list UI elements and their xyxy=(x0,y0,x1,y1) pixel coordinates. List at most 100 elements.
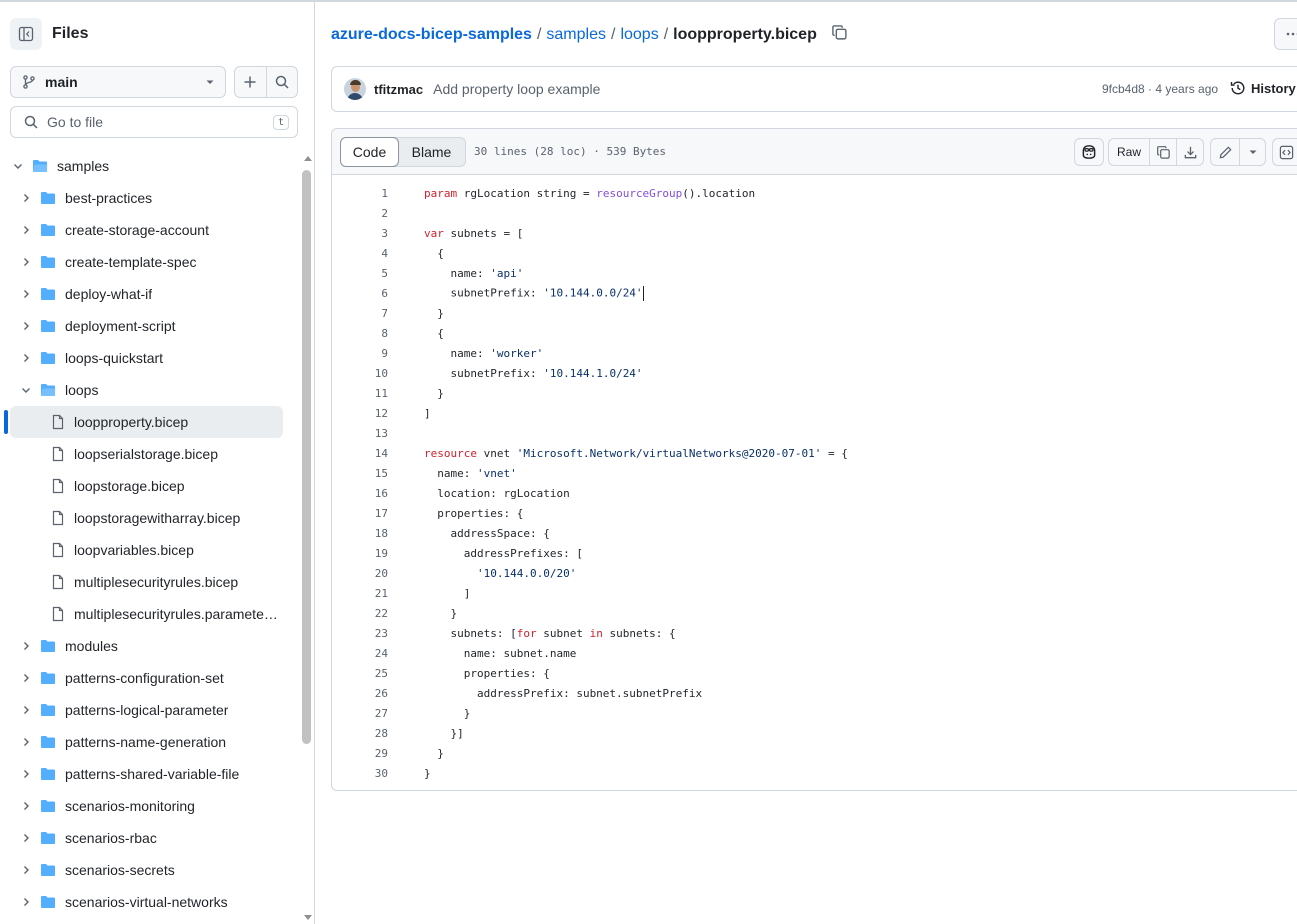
expand-toggle[interactable] xyxy=(18,254,34,270)
add-file-button[interactable] xyxy=(235,67,266,97)
line-number[interactable]: 26 xyxy=(332,687,388,700)
expand-toggle[interactable] xyxy=(10,158,26,174)
code-view[interactable]: 1 param rgLocation string = resourceGroup… xyxy=(332,183,1297,783)
line-number[interactable]: 9 xyxy=(332,347,388,360)
edit-options-dropdown[interactable] xyxy=(1239,139,1265,165)
tree-file[interactable]: multiplesecurityrules.bicep xyxy=(0,566,300,598)
breadcrumb-samples-link[interactable]: samples xyxy=(546,26,606,44)
tree-folder[interactable]: scenarios-virtual-networks xyxy=(0,886,300,918)
commit-message-link[interactable]: Add property loop example xyxy=(433,81,600,97)
expand-toggle[interactable] xyxy=(18,638,34,654)
tree-file[interactable]: loopproperty.bicep xyxy=(10,406,283,438)
line-number[interactable]: 24 xyxy=(332,647,388,660)
tree-folder[interactable]: patterns-name-generation xyxy=(0,726,300,758)
tree-folder[interactable]: best-practices xyxy=(0,182,300,214)
tree-file[interactable]: loopvariables.bicep xyxy=(0,534,300,566)
branch-selector[interactable]: main xyxy=(10,66,226,98)
copy-raw-button[interactable] xyxy=(1149,139,1176,165)
line-number[interactable]: 20 xyxy=(332,567,388,580)
line-number[interactable]: 6 xyxy=(332,287,388,300)
tree-folder[interactable]: loops-quickstart xyxy=(0,342,300,374)
expand-toggle[interactable] xyxy=(18,190,34,206)
tree-folder[interactable]: deploy-what-if xyxy=(0,278,300,310)
expand-toggle[interactable] xyxy=(18,830,34,846)
tree-folder[interactable]: modules xyxy=(0,630,300,662)
line-number[interactable]: 27 xyxy=(332,707,388,720)
tree-folder[interactable]: deployment-script xyxy=(0,310,300,342)
tab-blame[interactable]: Blame xyxy=(398,138,465,166)
tree-folder[interactable]: create-template-spec xyxy=(0,246,300,278)
tree-file[interactable]: multiplesecurityrules.paramete… xyxy=(0,598,300,630)
tree-file[interactable]: loopstorage.bicep xyxy=(0,470,300,502)
scroll-down-arrow-icon[interactable] xyxy=(302,912,314,922)
line-number[interactable]: 13 xyxy=(332,427,388,440)
go-to-file-input[interactable]: Go to file t xyxy=(10,106,298,138)
tree-folder[interactable]: scenarios-rbac xyxy=(0,822,300,854)
tree-file[interactable]: loopserialstorage.bicep xyxy=(0,438,300,470)
line-number[interactable]: 10 xyxy=(332,367,388,380)
tree-folder[interactable]: samples xyxy=(0,150,300,182)
expand-toggle[interactable] xyxy=(18,382,34,398)
copy-path-button[interactable] xyxy=(831,24,848,46)
scroll-up-arrow-icon[interactable] xyxy=(302,154,314,164)
line-number[interactable]: 2 xyxy=(332,207,388,220)
expand-toggle[interactable] xyxy=(18,894,34,910)
tab-code[interactable]: Code xyxy=(340,137,399,167)
expand-toggle[interactable] xyxy=(18,702,34,718)
line-number[interactable]: 21 xyxy=(332,587,388,600)
line-number[interactable]: 12 xyxy=(332,407,388,420)
line-number[interactable]: 16 xyxy=(332,487,388,500)
raw-button[interactable]: Raw xyxy=(1109,139,1149,165)
line-number[interactable]: 22 xyxy=(332,607,388,620)
expand-toggle[interactable] xyxy=(18,766,34,782)
expand-toggle[interactable] xyxy=(18,286,34,302)
tree-folder[interactable]: patterns-configuration-set xyxy=(0,662,300,694)
tree-folder[interactable]: loops xyxy=(0,374,300,406)
line-number[interactable]: 1 xyxy=(332,187,388,200)
line-number[interactable]: 7 xyxy=(332,307,388,320)
tree-folder[interactable]: patterns-shared-variable-file xyxy=(0,758,300,790)
line-number[interactable]: 3 xyxy=(332,227,388,240)
line-number[interactable]: 23 xyxy=(332,627,388,640)
avatar[interactable] xyxy=(344,78,366,100)
line-number[interactable]: 30 xyxy=(332,767,388,780)
breadcrumb-loops-link[interactable]: loops xyxy=(620,26,658,44)
breadcrumb-repo-link[interactable]: azure-docs-bicep-samples xyxy=(331,26,532,44)
edit-file-button[interactable] xyxy=(1211,139,1239,165)
line-number[interactable]: 14 xyxy=(332,447,388,460)
copilot-button[interactable] xyxy=(1074,138,1104,166)
expand-toggle[interactable] xyxy=(18,862,34,878)
tree-folder[interactable]: scenarios-monitoring xyxy=(0,790,300,822)
commit-author-link[interactable]: tfitzmac xyxy=(374,82,423,97)
tree-folder[interactable]: create-storage-account xyxy=(0,214,300,246)
expand-toggle[interactable] xyxy=(18,734,34,750)
history-link[interactable]: History xyxy=(1230,80,1296,96)
more-options-button[interactable] xyxy=(1274,18,1297,50)
sidebar-scrollbar-thumb[interactable] xyxy=(302,170,311,744)
tree-folder[interactable]: patterns-logical-parameter xyxy=(0,694,300,726)
download-button[interactable] xyxy=(1176,139,1203,165)
search-code-button[interactable] xyxy=(265,67,298,97)
line-number[interactable]: 19 xyxy=(332,547,388,560)
line-number[interactable]: 28 xyxy=(332,727,388,740)
expand-toggle[interactable] xyxy=(18,318,34,334)
expand-toggle[interactable] xyxy=(18,222,34,238)
symbols-panel-button[interactable] xyxy=(1272,138,1297,166)
expand-toggle[interactable] xyxy=(18,798,34,814)
expand-toggle[interactable] xyxy=(18,350,34,366)
commit-sha-and-age[interactable]: 9fcb4d8 · 4 years ago xyxy=(1102,82,1218,96)
line-number[interactable]: 5 xyxy=(332,267,388,280)
line-number[interactable]: 4 xyxy=(332,247,388,260)
line-number[interactable]: 15 xyxy=(332,467,388,480)
line-number[interactable]: 11 xyxy=(332,387,388,400)
line-number[interactable]: 18 xyxy=(332,527,388,540)
line-number[interactable]: 25 xyxy=(332,667,388,680)
line-number[interactable]: 17 xyxy=(332,507,388,520)
tree-folder[interactable]: scenarios-secrets xyxy=(0,854,300,886)
tree-file[interactable]: loopstoragewitharray.bicep xyxy=(0,502,300,534)
collapse-sidebar-button[interactable] xyxy=(10,18,42,50)
expand-toggle[interactable] xyxy=(18,670,34,686)
line-number[interactable]: 29 xyxy=(332,747,388,760)
line-number[interactable]: 8 xyxy=(332,327,388,340)
file-header: Code Blame 30 lines (28 loc) · 539 Bytes… xyxy=(332,129,1297,175)
